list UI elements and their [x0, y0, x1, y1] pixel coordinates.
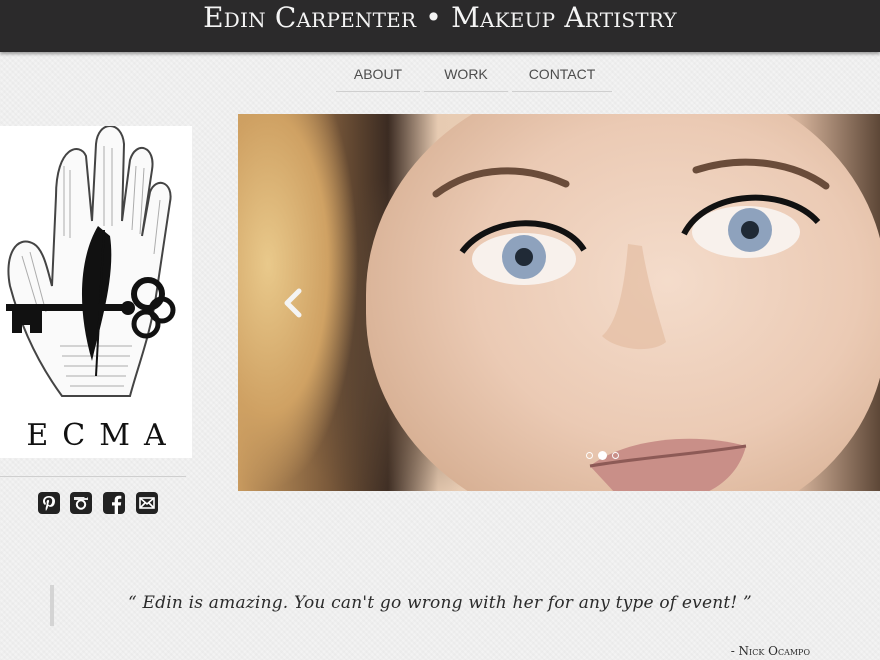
nav-work[interactable]: WORK — [424, 62, 508, 92]
main-nav: ABOUT WORK CONTACT — [336, 62, 612, 92]
slider-dot-3[interactable] — [612, 452, 619, 459]
hand-key-feather-logo — [6, 125, 176, 397]
logo-text: ECMA — [26, 418, 180, 453]
testimonial-quote: “ Edin is amazing. You can't go wrong wi… — [128, 593, 752, 613]
image-slider[interactable] — [238, 114, 880, 491]
site-title[interactable]: Edin Carpenter • Makeup Artistry — [0, 0, 880, 36]
ecma-logo[interactable] — [0, 125, 192, 458]
nav-about[interactable]: ABOUT — [336, 62, 420, 92]
chevron-left-icon — [284, 288, 302, 318]
instagram-icon[interactable] — [70, 492, 92, 514]
testimonial-author: - Nick Ocampo — [730, 644, 810, 658]
email-icon[interactable] — [136, 492, 158, 514]
pinterest-icon[interactable] — [38, 492, 60, 514]
slider-prev-button[interactable] — [282, 288, 304, 318]
slide-portrait — [366, 114, 880, 491]
nav-contact[interactable]: CONTACT — [512, 62, 612, 92]
site-header: Edin Carpenter • Makeup Artistry — [0, 0, 880, 52]
sidebar-divider — [0, 476, 186, 477]
facebook-icon[interactable] — [103, 492, 125, 514]
slider-dot-1[interactable] — [586, 452, 593, 459]
slider-dot-2[interactable] — [598, 451, 607, 460]
